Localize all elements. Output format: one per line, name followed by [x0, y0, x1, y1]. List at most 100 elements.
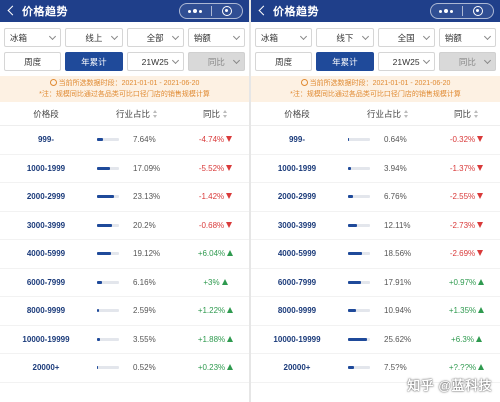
filter-panel: 冰箱 线上 全部 销额 周度 年累计 21W25 同比	[0, 22, 249, 71]
metric-select[interactable]: 销额	[187, 28, 245, 47]
industry-share-cell: 6.76%	[343, 192, 433, 201]
share-bar	[348, 280, 370, 284]
sort-icon[interactable]	[474, 109, 479, 118]
share-bar	[97, 166, 119, 170]
chevron-down-icon	[232, 56, 241, 65]
table-row[interactable]: 999- 7.64% -4.74%	[0, 126, 249, 155]
table-row[interactable]: 1000-1999 17.09% -5.52%	[0, 155, 249, 183]
industry-share-cell: 18.56%	[343, 249, 433, 258]
col-price-segment: 价格段	[284, 108, 310, 119]
share-value: 25.62%	[384, 334, 412, 344]
share-value: 6.76%	[384, 192, 407, 202]
back-icon[interactable]	[6, 4, 16, 18]
industry-share-cell: 12.11%	[343, 221, 433, 230]
price-segment-cell: 4000-5999	[26, 249, 66, 259]
table-row[interactable]: 2000-2999 6.76% -2.55%	[251, 183, 500, 212]
share-bar-fill	[348, 138, 349, 142]
week-select[interactable]: 21W25	[126, 52, 184, 71]
more-dots-icon	[188, 9, 203, 13]
table-row[interactable]: 1000-1999 3.94% -1.37%	[251, 155, 500, 183]
yoy-cell: +0.97%	[433, 278, 500, 287]
yoy-cell: -2.55%	[433, 192, 500, 201]
sort-icon[interactable]	[153, 109, 158, 118]
yoy-value: +0.97%	[448, 277, 477, 287]
share-bar	[348, 337, 370, 341]
right-panel: 价格趋势 冰箱 线下 全国 销额 周度 年累计 21W25 同比 当前所选数据时…	[251, 0, 500, 402]
close-button[interactable]	[212, 4, 243, 18]
arrow-down-icon	[226, 136, 233, 143]
yoy-value: +1.35%	[448, 306, 477, 316]
share-bar-fill	[348, 195, 353, 199]
share-value: 19.12%	[133, 249, 161, 259]
table-row[interactable]: 2000-2999 23.13% -1.42%	[0, 183, 249, 212]
yoy-cell: -4.74%	[182, 135, 249, 144]
data-period-notice: 当前所选数据时段：2021-01-01 - 2021-06-20 *注：规模同比…	[0, 76, 249, 102]
table-row[interactable]: 8000-9999 2.59% +1.22%	[0, 297, 249, 326]
table-row[interactable]: 6000-7999 6.16% +3%	[0, 269, 249, 297]
more-button[interactable]	[180, 4, 211, 18]
table-row[interactable]: 8000-9999 10.94% +1.35%	[251, 297, 500, 326]
chevron-down-icon	[232, 32, 241, 41]
price-segment-cell: 2000-2999	[26, 192, 66, 202]
share-bar-fill	[348, 337, 367, 341]
table-row[interactable]: 10000-19999 3.55% +1.88%	[0, 326, 249, 354]
table-row[interactable]: 4000-5999 19.12% +6.04%	[0, 240, 249, 269]
region-select[interactable]: 全国	[377, 28, 435, 47]
table-row[interactable]: 3000-3999 20.2% -0.68%	[0, 212, 249, 240]
share-bar-fill	[97, 309, 99, 313]
channel-select[interactable]: 线下	[316, 28, 374, 47]
yoy-value: +3%	[203, 277, 220, 287]
more-dots-icon	[439, 9, 454, 13]
price-segment-cell: 8000-9999	[277, 306, 317, 316]
table-row[interactable]: 4000-5999 18.56% -2.69%	[251, 240, 500, 269]
price-segment-cell: 999-	[288, 135, 305, 145]
col-yoy[interactable]: 同比	[182, 108, 249, 120]
sort-icon[interactable]	[223, 109, 228, 118]
yoy-value: -2.69%	[449, 249, 476, 259]
week-select[interactable]: 21W25	[377, 52, 435, 71]
period-ytd-button[interactable]: 年累计	[316, 52, 374, 71]
arrow-down-icon	[477, 164, 484, 171]
compare-select[interactable]: 同比	[187, 52, 245, 71]
table-header: 价格段 行业占比 同比	[0, 102, 249, 126]
share-bar-fill	[348, 252, 362, 256]
target-circle-icon	[221, 6, 232, 16]
clock-icon	[300, 79, 308, 86]
chevron-down-icon	[483, 56, 492, 65]
metric-select[interactable]: 销额	[438, 28, 496, 47]
yoy-value: -1.42%	[198, 192, 225, 202]
share-value: 10.94%	[384, 306, 412, 316]
category-select[interactable]: 冰箱	[4, 28, 62, 47]
sort-icon[interactable]	[404, 109, 409, 118]
arrow-down-icon	[226, 221, 233, 228]
table-row[interactable]: 999- 0.64% -0.32%	[251, 126, 500, 155]
compare-select[interactable]: 同比	[438, 52, 496, 71]
price-segment-cell: 2000-2999	[277, 192, 317, 202]
share-bar-fill	[97, 223, 112, 227]
close-button[interactable]	[463, 4, 494, 18]
period-weekly-button[interactable]: 周度	[255, 52, 313, 71]
region-select[interactable]: 全部	[126, 28, 184, 47]
share-value: 12.11%	[384, 220, 411, 230]
industry-share-cell: 0.52%	[92, 363, 182, 372]
share-bar	[348, 138, 370, 142]
chevron-down-icon	[171, 32, 179, 41]
chevron-down-icon	[110, 32, 118, 41]
period-weekly-button[interactable]: 周度	[4, 52, 62, 71]
table-row[interactable]: 6000-7999 17.91% +0.97%	[251, 269, 500, 297]
page-title: 价格趋势	[22, 6, 68, 18]
col-industry-share[interactable]: 行业占比	[343, 108, 433, 120]
col-yoy[interactable]: 同比	[433, 108, 500, 120]
table-row[interactable]: 3000-3999 12.11% -2.73%	[251, 212, 500, 240]
industry-share-cell: 3.55%	[92, 335, 182, 344]
category-select[interactable]: 冰箱	[255, 28, 313, 47]
period-ytd-button[interactable]: 年累计	[65, 52, 123, 71]
table-row[interactable]: 20000+ 0.52% +0.23%	[0, 354, 249, 383]
arrow-up-icon	[478, 364, 485, 371]
more-button[interactable]	[431, 4, 462, 18]
col-industry-share[interactable]: 行业占比	[92, 108, 182, 120]
chevron-down-icon	[361, 32, 369, 41]
back-icon[interactable]	[257, 4, 267, 18]
channel-select[interactable]: 线上	[65, 28, 123, 47]
table-row[interactable]: 10000-19999 25.62% +6.3%	[251, 326, 500, 354]
